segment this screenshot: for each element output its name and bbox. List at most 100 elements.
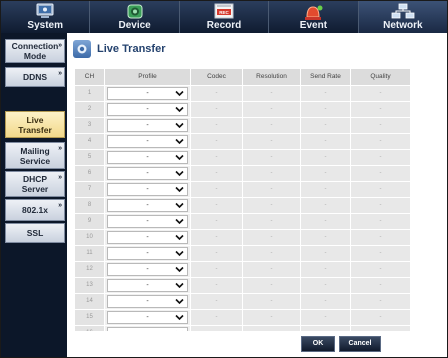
- profile-select[interactable]: -: [107, 199, 188, 212]
- send-rate-cell: -: [301, 134, 351, 149]
- sidebar-item-label: SSL: [26, 228, 44, 238]
- profile-select[interactable]: -: [107, 295, 188, 308]
- resolution-cell: -: [243, 118, 301, 133]
- table-row: 14- - - - -: [75, 293, 411, 309]
- tab-network-label: Network: [383, 20, 423, 31]
- table-row: 15- - - - -: [75, 309, 411, 325]
- profile-select-value: -: [146, 154, 149, 161]
- profile-select-value: -: [146, 282, 149, 289]
- ch-cell: 4: [75, 134, 105, 149]
- table-row: 6-----: [75, 165, 411, 181]
- profile-cell: -: [105, 118, 191, 133]
- tab-system[interactable]: System: [1, 1, 91, 33]
- ok-button[interactable]: OK: [301, 336, 335, 352]
- profile-select[interactable]: -: [107, 327, 188, 331]
- profile-select[interactable]: -: [107, 151, 188, 164]
- table-row: 8-----: [75, 197, 411, 213]
- send-rate-cell: -: [301, 278, 351, 293]
- column-header-ch: CH: [75, 69, 105, 85]
- profile-cell: -: [105, 102, 191, 117]
- profile-cell: -: [105, 278, 191, 293]
- profile-select[interactable]: -: [107, 103, 188, 116]
- resolution-cell: -: [243, 230, 301, 245]
- send-rate-cell: -: [301, 262, 351, 277]
- sidebar-item-label: Mailing Service: [19, 145, 51, 166]
- profile-cell: -: [105, 150, 191, 165]
- profile-select-value: -: [146, 170, 149, 177]
- sidebar-item-connection-mode[interactable]: » Connection Mode: [5, 39, 65, 63]
- cancel-button[interactable]: Cancel: [339, 336, 381, 352]
- network-setup-window: System Device REC Record Event Network »…: [0, 0, 448, 358]
- tab-device[interactable]: Device: [90, 1, 180, 33]
- profile-cell: -: [105, 198, 191, 213]
- expand-chevron-icon: »: [58, 70, 62, 77]
- page-header: Live Transfer: [73, 40, 165, 58]
- resolution-cell: -: [243, 86, 301, 101]
- quality-cell: -: [351, 166, 411, 181]
- sidebar-item-802-1x[interactable]: » 802.1x: [5, 199, 65, 221]
- quality-cell: -: [351, 102, 411, 117]
- tab-event-label: Event: [299, 20, 328, 31]
- sidebar-item-mailing-service[interactable]: » Mailing Service: [5, 142, 65, 169]
- profile-cell: -: [105, 134, 191, 149]
- profile-select[interactable]: -: [107, 231, 188, 244]
- profile-select[interactable]: -: [107, 135, 188, 148]
- tab-system-label: System: [27, 20, 63, 31]
- expand-chevron-icon: »: [58, 42, 62, 49]
- sidebar-item-dhcp-server[interactable]: » DHCP Server: [5, 171, 65, 197]
- profile-select-value: -: [146, 330, 148, 331]
- resolution-cell: -: [243, 134, 301, 149]
- profile-select[interactable]: -: [107, 119, 188, 132]
- profile-select[interactable]: -: [107, 215, 188, 228]
- ch-cell: 16: [75, 326, 105, 331]
- sidebar-item-ssl[interactable]: SSL: [5, 223, 65, 243]
- sidebar-item-live-transfer[interactable]: Live Transfer: [5, 111, 65, 138]
- live-transfer-table: CH Profile Codec Resolution Send Rate Qu…: [75, 69, 411, 331]
- profile-cell: -: [105, 294, 191, 309]
- codec-cell: -: [191, 246, 243, 261]
- table-row: 11- - - - -: [75, 245, 411, 261]
- ch-cell: 9: [75, 214, 105, 229]
- profile-select[interactable]: -: [107, 263, 188, 276]
- tab-event[interactable]: Event: [269, 1, 359, 33]
- codec-cell: -: [191, 326, 243, 331]
- resolution-cell: -: [243, 166, 301, 181]
- codec-cell: -: [191, 102, 243, 117]
- svg-text:REC: REC: [219, 10, 229, 15]
- resolution-cell: -: [243, 198, 301, 213]
- table-row: 13- - - - -: [75, 277, 411, 293]
- codec-cell: -: [191, 214, 243, 229]
- resolution-cell: -: [243, 246, 301, 261]
- profile-select[interactable]: -: [107, 87, 188, 100]
- sidebar-item-label: Live Transfer: [18, 114, 52, 135]
- sidebar-item-ddns[interactable]: » DDNS: [5, 67, 65, 87]
- profile-select[interactable]: -: [107, 311, 188, 324]
- profile-select[interactable]: -: [107, 167, 188, 180]
- resolution-cell: -: [243, 182, 301, 197]
- sidebar-item-label: DDNS: [22, 72, 48, 82]
- expand-chevron-icon: »: [58, 174, 62, 181]
- profile-select[interactable]: -: [107, 247, 188, 260]
- quality-cell: -: [351, 326, 411, 331]
- quality-cell: -: [351, 182, 411, 197]
- resolution-cell: -: [243, 214, 301, 229]
- profile-select[interactable]: -: [107, 279, 188, 292]
- codec-cell: -: [191, 134, 243, 149]
- send-rate-cell: -: [301, 86, 351, 101]
- top-navigation: System Device REC Record Event Network: [1, 1, 447, 33]
- sidebar-item-label: 802.1x: [22, 205, 48, 215]
- tab-record[interactable]: REC Record: [179, 1, 270, 33]
- chevron-down-icon: [175, 218, 184, 225]
- send-rate-cell: -: [301, 214, 351, 229]
- profile-select[interactable]: -: [107, 183, 188, 196]
- ch-cell: 2: [75, 102, 105, 117]
- chevron-down-icon: [175, 298, 184, 305]
- profile-cell: -: [105, 214, 191, 229]
- profile-cell: -: [105, 86, 191, 101]
- tab-network[interactable]: Network: [358, 1, 447, 33]
- chevron-down-icon: [175, 90, 184, 97]
- table-row: 12- - - - -: [75, 261, 411, 277]
- profile-select-value: -: [146, 138, 149, 145]
- column-header-codec: Codec: [191, 69, 243, 85]
- quality-cell: -: [351, 134, 411, 149]
